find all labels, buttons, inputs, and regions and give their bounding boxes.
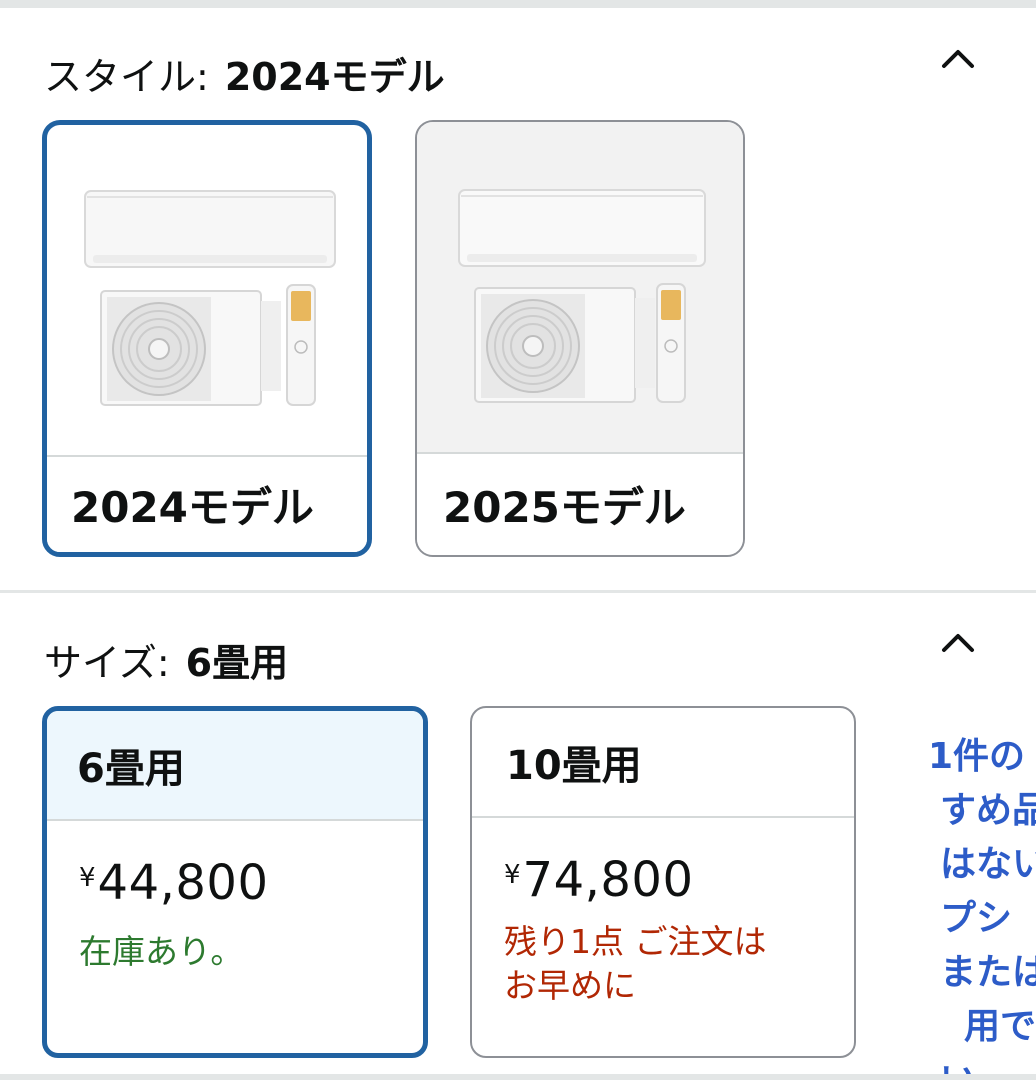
size-option-header: 6畳用	[47, 711, 423, 821]
air-conditioner-image	[47, 125, 367, 455]
style-section-header: スタイル: 2024モデル	[44, 46, 445, 101]
currency-symbol: ¥	[504, 860, 521, 890]
size-option-body: ¥ 44,800 在庫あり。	[47, 821, 423, 973]
bottom-divider	[0, 1074, 1036, 1080]
size-option-label: 6畳用	[77, 746, 185, 792]
chevron-up-icon[interactable]	[938, 44, 978, 74]
style-option-label: 2025モデル	[443, 483, 686, 532]
availability-line: お早めに	[504, 966, 636, 1005]
size-option-body: ¥ 74,800 残り1点 ご注文は お早めに	[472, 818, 854, 1008]
price-amount: 74,800	[522, 852, 694, 908]
style-option-caption-area: 2025モデル	[417, 452, 743, 555]
note-line: い	[928, 1054, 1036, 1074]
availability-text: 在庫あり。	[79, 932, 244, 971]
note-line: プシ	[940, 898, 1013, 939]
size-option-header: 10畳用	[472, 708, 854, 818]
size-option-10jo[interactable]: 10畳用 ¥ 74,800 残り1点 ご注文は お早めに	[470, 706, 856, 1058]
availability-text: 残り1点 ご注文は お早めに	[504, 920, 854, 1008]
style-label: スタイル:	[44, 55, 209, 99]
size-label: サイズ:	[44, 641, 170, 685]
note-line: はない	[940, 844, 1036, 885]
style-option-label: 2024モデル	[71, 483, 314, 532]
size-section-header: サイズ: 6畳用	[44, 632, 288, 687]
style-selected-value: 2024モデル	[224, 55, 445, 99]
currency-symbol: ¥	[79, 863, 96, 893]
size-selected-value: 6畳用	[185, 641, 289, 685]
note-line: 用で	[964, 1006, 1036, 1047]
size-option-label: 10畳用	[506, 743, 642, 789]
air-conditioner-image	[417, 122, 743, 452]
chevron-up-icon[interactable]	[938, 628, 978, 658]
price: ¥ 44,800	[79, 855, 423, 911]
note-line: すめ品	[940, 790, 1036, 831]
price: ¥ 74,800	[504, 852, 854, 908]
top-divider	[0, 0, 1036, 8]
variation-selector: スタイル: 2024モデル 2024モデル 2025モデル サイズ: 6畳用 6…	[0, 0, 1036, 1080]
style-option-caption-area: 2024モデル	[47, 455, 367, 552]
section-divider	[0, 590, 1036, 593]
style-option-2025[interactable]: 2025モデル	[415, 120, 745, 557]
price-amount: 44,800	[97, 855, 269, 911]
note-line: 1件の	[928, 736, 1026, 777]
recommendation-note[interactable]: 1件の すめ品 はない プシ または 用で い	[928, 730, 1036, 1074]
style-option-2024[interactable]: 2024モデル	[42, 120, 372, 557]
availability-line: 残り1点 ご注文は	[504, 922, 767, 961]
size-option-6jo[interactable]: 6畳用 ¥ 44,800 在庫あり。	[42, 706, 428, 1058]
note-line: または	[940, 952, 1036, 993]
